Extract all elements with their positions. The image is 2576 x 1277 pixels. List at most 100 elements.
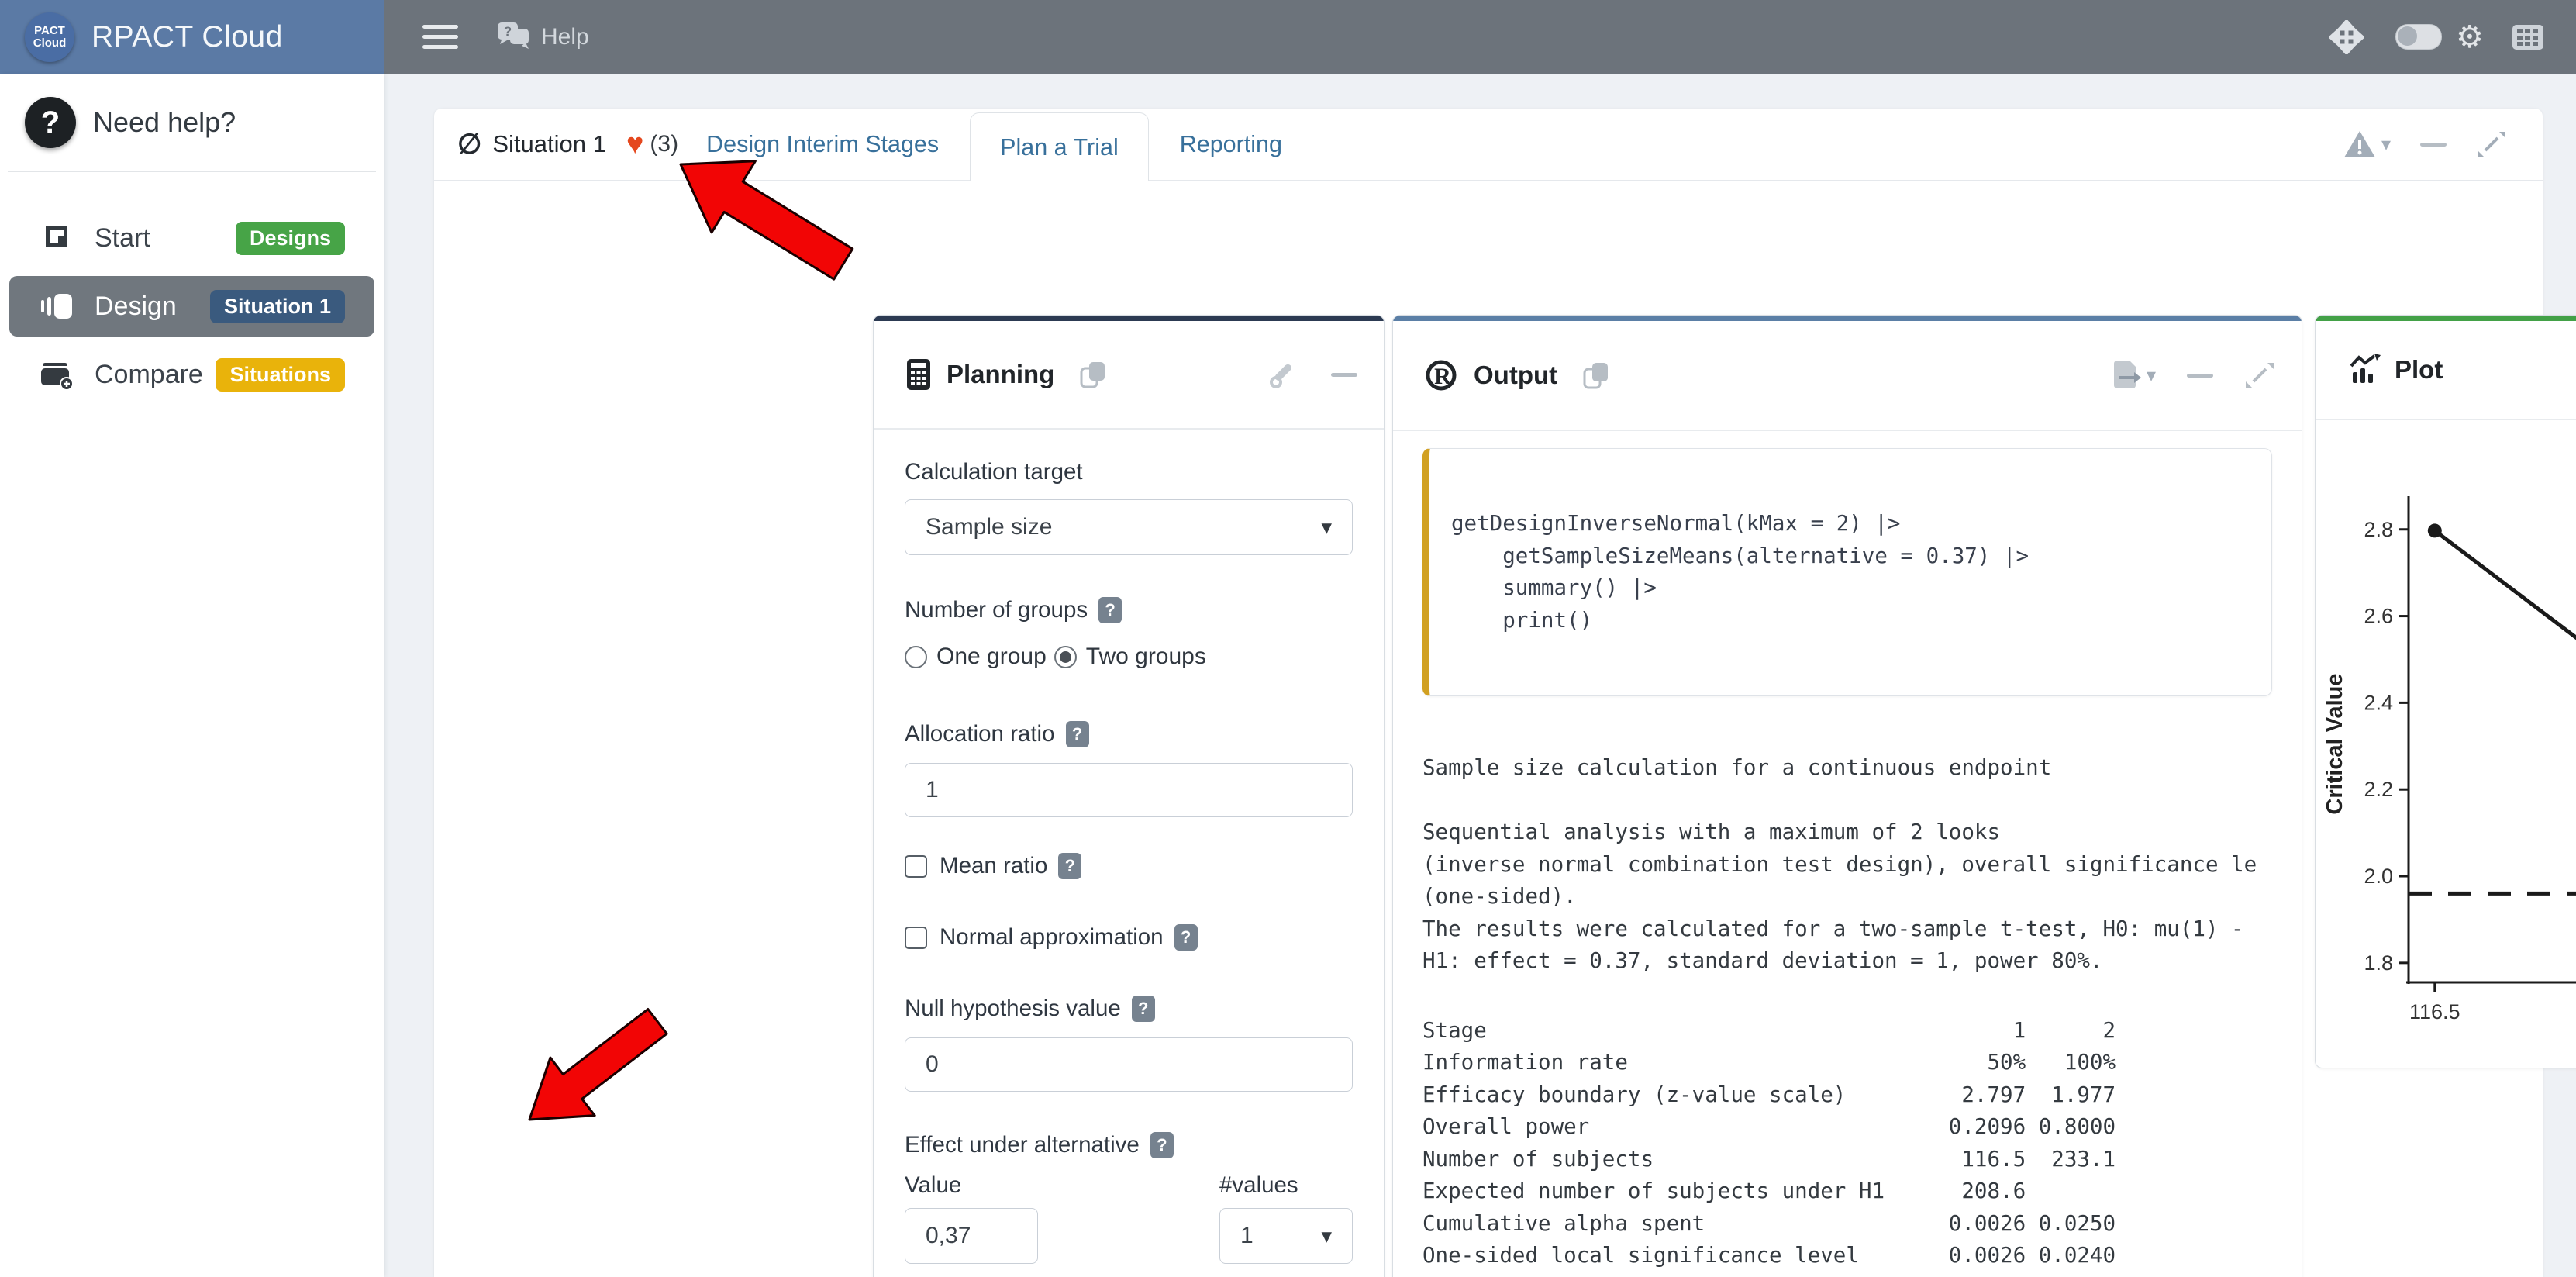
hamburger-menu-icon[interactable] — [422, 0, 458, 74]
help-button[interactable]: ? Help — [495, 0, 589, 74]
sidebar-item-compare[interactable]: Compare Situations — [9, 344, 374, 405]
two-groups-label: Two groups — [1086, 644, 1206, 670]
output-header: R Output ▾ — [1393, 321, 2302, 431]
expand-button[interactable] — [2476, 129, 2507, 160]
output-accent-bar — [1393, 316, 2302, 321]
situation-title: Situation 1 — [492, 130, 606, 158]
plot-title-label: Plot — [2395, 355, 2443, 385]
svg-text:2.6: 2.6 — [2364, 605, 2393, 628]
sidebar-item-start[interactable]: Start Designs — [9, 208, 374, 268]
svg-text:R: R — [1434, 364, 1451, 389]
minimize-button[interactable] — [1331, 373, 1357, 377]
help-badge-icon[interactable]: ? — [1066, 721, 1089, 747]
r-code-block: getDesignInverseNormal(kMax = 2) |> getS… — [1422, 448, 2272, 696]
plot-accent-bar — [2316, 316, 2576, 321]
help-badge-icon[interactable]: ? — [1174, 924, 1198, 951]
planning-header: Planning — [874, 321, 1384, 430]
null-hypothesis-label: Null hypothesis value ? — [905, 996, 1353, 1022]
expand-diagonal-icon — [2476, 129, 2507, 160]
effect-under-alternative-label: Effect under alternative ? — [905, 1132, 1353, 1158]
mean-ratio-row: Mean ratio ? — [905, 853, 1353, 879]
tab-reporting[interactable]: Reporting — [1177, 131, 1285, 158]
start-icon — [39, 223, 74, 254]
warnings-dropdown-button[interactable]: ▾ — [2343, 129, 2391, 160]
chart-icon — [2347, 354, 2381, 386]
chart-title: Boundaries — [2316, 440, 2576, 468]
one-group-label: One group — [936, 644, 1047, 670]
export-dropdown-button[interactable]: ▾ — [2111, 359, 2156, 392]
brand-header: PACT Cloud RPACT Cloud — [0, 0, 384, 74]
tab-plan-a-trial[interactable]: Plan a Trial — [970, 112, 1149, 181]
favorite-heart-icon[interactable]: ♥ — [626, 129, 644, 159]
sidebar: ? Need help? Start Designs Design Situat… — [0, 74, 384, 1277]
sidebar-item-label: Compare — [95, 360, 203, 390]
empty-set-icon: ∅ — [457, 128, 481, 160]
design-icon — [39, 291, 74, 322]
output-panel: R Output ▾ — [1392, 315, 2302, 1277]
app-title: RPACT Cloud — [91, 20, 283, 54]
wrench-icon[interactable] — [1269, 359, 1300, 390]
calculator-icon — [905, 358, 933, 391]
two-groups-radio[interactable] — [1054, 646, 1077, 668]
expand-diagonal-icon — [2244, 360, 2275, 391]
effect-value-input[interactable] — [905, 1208, 1038, 1264]
value-label: Value — [905, 1172, 1038, 1199]
help-label: Help — [541, 24, 589, 50]
help-badge-icon[interactable]: ? — [1150, 1132, 1174, 1158]
plot-panel: Plot ⚙⚙ Boundaries 1.82.02.22.42.62.8116 — [2315, 315, 2576, 1068]
null-hypothesis-input[interactable] — [905, 1037, 1353, 1092]
sidebar-item-label: Start — [95, 223, 150, 254]
boundaries-chart: 1.82.02.22.42.62.8116.5233.1Critical Val… — [2316, 475, 2576, 1056]
sidebar-item-design[interactable]: Design Situation 1 — [9, 276, 374, 337]
help-badge-icon[interactable]: ? — [1132, 996, 1155, 1022]
mean-ratio-checkbox[interactable] — [905, 855, 927, 878]
svg-text:116.5: 116.5 — [2409, 1000, 2460, 1023]
copy-icon[interactable] — [1581, 360, 1612, 391]
sidebar-item-label: Design — [95, 292, 177, 322]
favorite-count: (3) — [650, 131, 678, 157]
designs-badge: Designs — [236, 222, 345, 255]
normal-approximation-row: Normal approximation ? — [905, 924, 1353, 951]
effect-inputs-row: 1 ▾ — [905, 1208, 1353, 1264]
svg-text:2.0: 2.0 — [2364, 865, 2393, 888]
minimize-button[interactable] — [2187, 374, 2213, 378]
top-bar: PACT Cloud RPACT Cloud ? Help — [0, 0, 2576, 74]
planning-panel: Planning Calculation target Sample size — [873, 315, 1385, 1277]
one-group-radio[interactable] — [905, 646, 927, 668]
expand-button[interactable] — [2244, 360, 2275, 391]
svg-text:1.8: 1.8 — [2364, 951, 2393, 975]
export-file-icon — [2111, 359, 2142, 392]
num-values-select[interactable]: 1 ▾ — [1219, 1208, 1353, 1264]
svg-text:?: ? — [504, 24, 512, 39]
theme-toggle[interactable] — [2395, 0, 2442, 74]
rpact-cloud-app: PACT Cloud RPACT Cloud ? Help — [0, 0, 2576, 1277]
num-values-label: #values — [1219, 1172, 1353, 1199]
caret-down-icon: ▾ — [2147, 364, 2156, 387]
calculation-target-label: Calculation target — [905, 459, 1353, 485]
output-results-table: Stage 1 2 Information rate 50% 100% Effi… — [1422, 1015, 2302, 1277]
fullscreen-expand-icon[interactable] — [2329, 0, 2364, 74]
svg-text:2.4: 2.4 — [2364, 691, 2393, 714]
normal-approximation-checkbox[interactable] — [905, 927, 927, 949]
help-badge-icon[interactable]: ? — [1098, 597, 1122, 623]
r-code-text: getDesignInverseNormal(kMax = 2) |> getS… — [1451, 508, 2253, 637]
apps-grid-icon[interactable] — [2512, 0, 2544, 74]
situations-badge: Situations — [216, 358, 345, 392]
planning-title: Planning — [947, 360, 1054, 389]
planning-form: Calculation target Sample size ▾ Number … — [874, 430, 1384, 1277]
allocation-ratio-input[interactable] — [905, 763, 1353, 817]
need-help-link[interactable]: ? Need help? — [25, 97, 384, 148]
content-card: ∅ Situation 1 ♥ (3) Design Interim Stage… — [434, 109, 2543, 1277]
settings-gear-icon[interactable]: ⚙ — [2456, 0, 2484, 74]
need-help-label: Need help? — [93, 106, 236, 139]
allocation-ratio-label: Allocation ratio ? — [905, 721, 1353, 747]
tab-design-interim-stages[interactable]: Design Interim Stages — [703, 131, 942, 158]
calculation-target-select[interactable]: Sample size ▾ — [905, 499, 1353, 555]
copy-icon[interactable] — [1078, 359, 1109, 390]
toggle-knob — [2398, 26, 2417, 46]
rpact-logo: PACT Cloud — [25, 12, 74, 62]
help-badge-icon[interactable]: ? — [1058, 853, 1081, 879]
number-of-groups-label: Number of groups ? — [905, 597, 1353, 623]
minimize-button[interactable] — [2420, 143, 2447, 147]
plot-header: Plot ⚙⚙ — [2316, 321, 2576, 420]
